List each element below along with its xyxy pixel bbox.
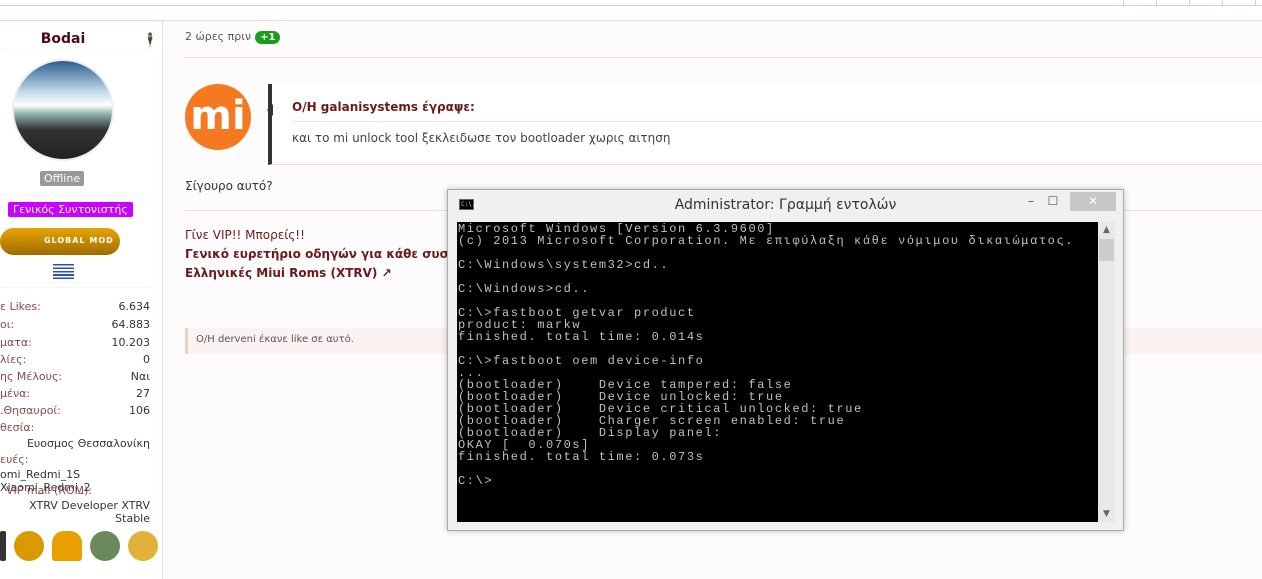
console-line: C:\Windows>cd.. <box>458 282 591 296</box>
person-icon: 🕴 <box>142 33 159 48</box>
avatar[interactable] <box>12 59 114 161</box>
top-strip <box>0 0 1262 6</box>
stat-value: 0 <box>143 353 150 366</box>
greek-flag-icon <box>53 264 74 279</box>
console-line: finished. total time: 0.014s <box>458 330 705 344</box>
stat-row: ης Μέλους: Ναι <box>0 370 150 383</box>
divider <box>185 57 1262 58</box>
stat-value: 10.203 <box>111 336 151 349</box>
reaction-badge[interactable]: +1 <box>255 31 281 44</box>
username[interactable]: Bodai <box>0 31 126 47</box>
stat-row: ε Likes: 6.634 <box>0 300 150 313</box>
cmd-window: C:\. Administrator: Γραμμή εντολών – ☐ ✕… <box>447 189 1124 531</box>
maximize-button[interactable]: ☐ <box>1043 192 1063 211</box>
console-line: C:\> <box>458 474 494 488</box>
signature-link[interactable]: Γίνε VIP!! Μπορείς!! <box>185 228 305 242</box>
vip-label: VIP mail (ROM): <box>6 484 93 497</box>
top-cell <box>1255 0 1256 6</box>
status-badge: Offline <box>40 171 85 186</box>
console-output[interactable]: Microsoft Windows [Version 6.3.9600] (c) … <box>457 222 1098 522</box>
trophy-icon[interactable] <box>0 531 6 561</box>
stat-row: ματα: 10.203 <box>0 336 150 349</box>
medal-trophy-icon[interactable] <box>128 531 158 561</box>
close-button[interactable]: ✕ <box>1070 192 1116 211</box>
console-line: C:\Windows\system32>cd.. <box>458 258 670 272</box>
top-cell <box>1189 0 1190 6</box>
user-trophy-icon[interactable] <box>52 531 82 561</box>
stat-value: 106 <box>129 404 150 417</box>
post-timestamp[interactable]: 2 ώρες πριν <box>185 30 251 43</box>
stat-row: VIP mail (ROM): <box>0 484 150 497</box>
stat-row: λίες: 0 <box>0 353 150 366</box>
stat-row: οι: 64.883 <box>0 318 150 331</box>
location-label: θεσία: <box>0 421 35 434</box>
global-mod-badge: GLOBAL MOD <box>0 228 120 255</box>
stat-row: θεσία: <box>0 421 150 434</box>
stat-label: ματα: <box>0 336 32 349</box>
stat-label: οι: <box>0 318 15 331</box>
stat-value: Ναι <box>130 370 150 383</box>
stat-row: ευές: <box>0 453 150 466</box>
vip-trophy-icon[interactable] <box>14 531 44 561</box>
stat-value: 27 <box>136 387 150 400</box>
divider <box>0 49 150 50</box>
top-cell <box>1222 0 1223 6</box>
post-body: Σίγουρο αυτό? <box>185 179 273 193</box>
location-value: Ευοσμος Θεσσαλονίκη <box>26 437 150 450</box>
minimize-button[interactable]: – <box>1021 192 1041 211</box>
stat-value: 6.634 <box>118 300 151 313</box>
stat-label: λίες: <box>0 353 27 366</box>
console-line: finished. total time: 0.073s <box>458 450 705 464</box>
user-sidebar: Bodai 🕴 Offline Γενικός Συντονιστής GLOB… <box>0 21 163 579</box>
stat-label: ης Μέλους: <box>0 370 63 383</box>
scroll-up-icon[interactable]: ▲ <box>1098 225 1115 235</box>
devices-label: ευές: <box>0 453 29 466</box>
mi-logo: mi <box>185 84 251 150</box>
signature-link[interactable]: Γενικό ευρετήριο οδηγών για κάθε συσκευ <box>185 247 472 261</box>
console-line: (c) 2013 Microsoft Corporation. Με επιφύ… <box>458 234 1075 248</box>
quote-block: O/H galanisystems έγραψε: και το mi unlo… <box>267 84 1262 165</box>
console-line: C:\>fastboot oem device-info <box>458 354 705 368</box>
trophy-badges <box>0 531 158 561</box>
divider <box>0 287 150 288</box>
top-cell <box>1156 0 1157 6</box>
stat-row: .Θησαυροί: 106 <box>0 404 150 417</box>
stat-label: .Θησαυροί: <box>0 404 61 417</box>
scrollbar[interactable]: ▲ ▼ <box>1098 222 1115 522</box>
stat-row: μένα: 27 <box>0 387 150 400</box>
top-cell <box>1123 0 1124 6</box>
signature-link[interactable]: Ελληνικές Miui Roms (XTRV) ↗ <box>185 266 392 280</box>
stat-label: ε Likes: <box>0 300 41 313</box>
stat-label: μένα: <box>0 387 31 400</box>
mascot-trophy-icon[interactable] <box>90 531 120 561</box>
role-badge: Γενικός Συντονιστής <box>8 202 133 217</box>
scroll-down-icon[interactable]: ▼ <box>1098 509 1115 519</box>
vip-value: XTRV Developer XTRV Stable <box>29 499 150 525</box>
scroll-thumb[interactable] <box>1099 239 1114 261</box>
divider <box>292 121 1262 122</box>
quote-text: και το mi unlock tool ξεκλειδωσε τον boo… <box>292 131 671 145</box>
quote-author[interactable]: O/H galanisystems έγραψε: <box>292 100 475 114</box>
divider <box>0 194 150 195</box>
post-time: 2 ώρες πριν +1 <box>185 30 281 44</box>
stat-value: 64.883 <box>111 318 151 331</box>
